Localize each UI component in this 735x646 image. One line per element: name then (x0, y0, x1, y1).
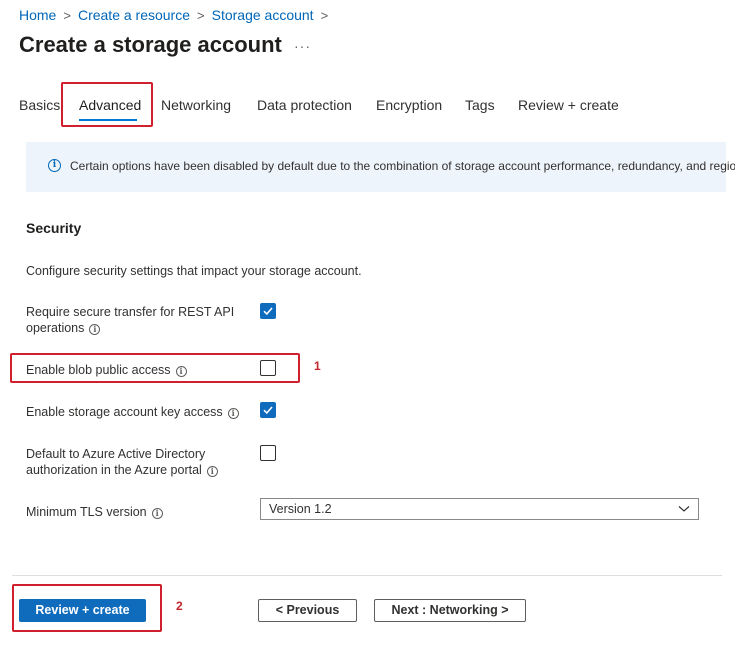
info-banner-text: Certain options have been disabled by de… (70, 159, 735, 173)
info-icon: i (48, 159, 61, 172)
tab-tags[interactable]: Tags (465, 97, 495, 113)
info-banner: i Certain options have been disabled by … (26, 142, 735, 192)
breadcrumb-home[interactable]: Home (19, 7, 56, 23)
tab-review-create[interactable]: Review + create (518, 97, 619, 113)
secure-transfer-label-line1: Require secure transfer for REST API (26, 305, 235, 319)
breadcrumb-storage-account[interactable]: Storage account (212, 7, 314, 23)
review-create-button[interactable]: Review + create (19, 599, 146, 622)
secure-transfer-label-line2: operations (26, 321, 85, 335)
chevron-down-icon (678, 506, 690, 512)
previous-button[interactable]: < Previous (258, 599, 357, 622)
aad-authorization-label: Default to Azure Active Directory author… (26, 446, 218, 478)
section-description: Configure security settings that impact … (26, 264, 362, 278)
secure-transfer-label: Require secure transfer for REST API ope… (26, 304, 234, 336)
next-networking-button[interactable]: Next : Networking > (374, 599, 526, 622)
blob-public-access-checkbox[interactable] (260, 360, 276, 376)
tls-version-label-text: Minimum TLS version (26, 505, 147, 519)
tls-version-value: Version 1.2 (269, 502, 332, 516)
tab-networking[interactable]: Networking (161, 97, 231, 113)
tls-version-label: Minimum TLS version i (26, 504, 163, 520)
breadcrumb-create-resource[interactable]: Create a resource (78, 7, 190, 23)
section-title-security: Security (26, 220, 82, 236)
checkmark-icon (263, 307, 273, 316)
chevron-right-icon: > (197, 7, 205, 23)
footer-divider (12, 575, 722, 576)
tab-basics[interactable]: Basics (19, 97, 60, 113)
tab-encryption[interactable]: Encryption (376, 97, 442, 113)
checkmark-icon (263, 406, 273, 415)
breadcrumb: Home > Create a resource > Storage accou… (19, 7, 335, 23)
key-access-label-text: Enable storage account key access (26, 405, 223, 419)
tls-version-select[interactable]: Version 1.2 (260, 498, 699, 520)
info-icon[interactable]: i (175, 366, 187, 377)
annotation-marker-1: 1 (314, 359, 321, 373)
blob-public-access-label-text: Enable blob public access (26, 363, 171, 377)
annotation-marker-2: 2 (176, 599, 183, 613)
chevron-right-icon: > (63, 7, 71, 23)
key-access-label: Enable storage account key access i (26, 404, 239, 420)
info-icon[interactable]: i (227, 408, 239, 419)
page-title: Create a storage account (19, 32, 282, 57)
info-icon[interactable]: i (89, 324, 101, 335)
aad-authorization-label-line1: Default to Azure Active Directory (26, 447, 206, 461)
info-icon[interactable]: i (151, 508, 163, 519)
annotation-box-advanced-tab (61, 82, 153, 127)
blob-public-access-label: Enable blob public access i (26, 362, 187, 378)
aad-authorization-checkbox[interactable] (260, 445, 276, 461)
secure-transfer-checkbox[interactable] (260, 303, 276, 319)
chevron-right-icon: > (320, 7, 329, 23)
key-access-checkbox[interactable] (260, 402, 276, 418)
aad-authorization-label-line2: authorization in the Azure portal (26, 463, 202, 477)
info-icon[interactable]: i (206, 466, 218, 477)
tab-data-protection[interactable]: Data protection (257, 97, 352, 113)
more-options-icon[interactable]: ··· (294, 38, 311, 54)
